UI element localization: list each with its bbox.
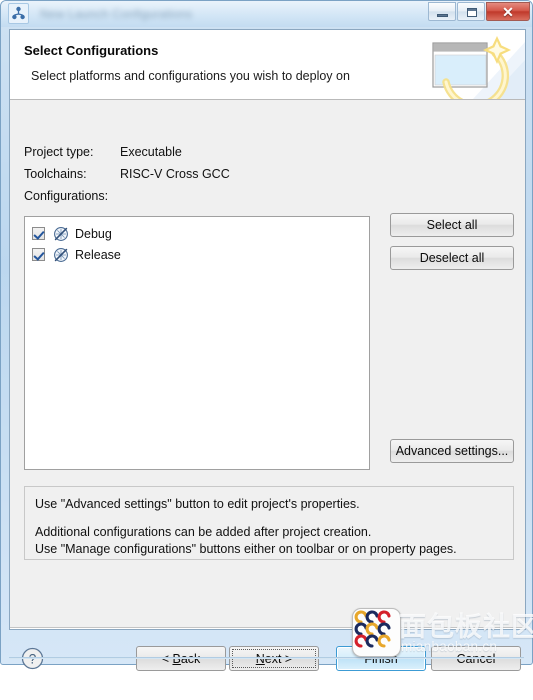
dialog-footer: ? < Back Next > Finish Cancel bbox=[10, 628, 525, 700]
advanced-settings-button[interactable]: Advanced settings... bbox=[390, 439, 514, 463]
window-controls: ✕ bbox=[427, 2, 530, 21]
minimize-icon bbox=[437, 14, 448, 17]
dialog-window: New Launch Configurations ✕ Select Confi… bbox=[0, 0, 533, 671]
info-message-panel: Use "Advanced settings" button to edit p… bbox=[24, 486, 514, 560]
dialog-body: Project type: Executable Toolchains: RIS… bbox=[10, 100, 525, 671]
page-subtitle: Select platforms and configurations you … bbox=[31, 69, 350, 83]
list-item[interactable]: Debug bbox=[25, 223, 369, 244]
list-item-label: Release bbox=[75, 247, 121, 262]
maximize-icon bbox=[467, 8, 477, 17]
build-configuration-icon bbox=[53, 247, 69, 263]
maximize-button[interactable] bbox=[457, 2, 485, 21]
titlebar[interactable]: New Launch Configurations ✕ bbox=[1, 1, 533, 26]
close-button[interactable]: ✕ bbox=[486, 2, 530, 21]
info-line-1: Use "Advanced settings" button to edit p… bbox=[35, 497, 360, 511]
window-bottom-bevel bbox=[9, 657, 524, 659]
list-item-label: Debug bbox=[75, 226, 112, 241]
minimize-button[interactable] bbox=[428, 2, 456, 21]
toolchains-label: Toolchains: bbox=[24, 167, 87, 181]
wizard-header: Select Configurations Select platforms a… bbox=[10, 30, 525, 100]
checkbox-release[interactable] bbox=[32, 248, 45, 261]
configurations-list[interactable]: Debug Release bbox=[24, 216, 370, 470]
build-configuration-icon bbox=[53, 226, 69, 242]
project-type-value: Executable bbox=[120, 145, 182, 159]
info-line-3: Use "Manage configurations" buttons eith… bbox=[35, 542, 457, 556]
project-type-label: Project type: bbox=[24, 145, 94, 159]
deselect-all-button[interactable]: Deselect all bbox=[390, 246, 514, 270]
select-all-button[interactable]: Select all bbox=[390, 213, 514, 237]
svg-text:?: ? bbox=[29, 652, 37, 667]
new-project-wizard-banner-icon bbox=[415, 30, 525, 99]
close-icon: ✕ bbox=[502, 3, 514, 20]
window-title: New Launch Configurations bbox=[40, 6, 193, 21]
list-item[interactable]: Release bbox=[25, 244, 369, 265]
page-title: Select Configurations bbox=[24, 43, 159, 58]
dialog-client-area: Select Configurations Select platforms a… bbox=[9, 29, 526, 671]
toolchains-value: RISC-V Cross GCC bbox=[120, 167, 230, 181]
info-line-2: Additional configurations can be added a… bbox=[35, 525, 372, 539]
configurations-label: Configurations: bbox=[24, 189, 109, 203]
app-icon bbox=[8, 3, 29, 24]
checkbox-debug[interactable] bbox=[32, 227, 45, 240]
